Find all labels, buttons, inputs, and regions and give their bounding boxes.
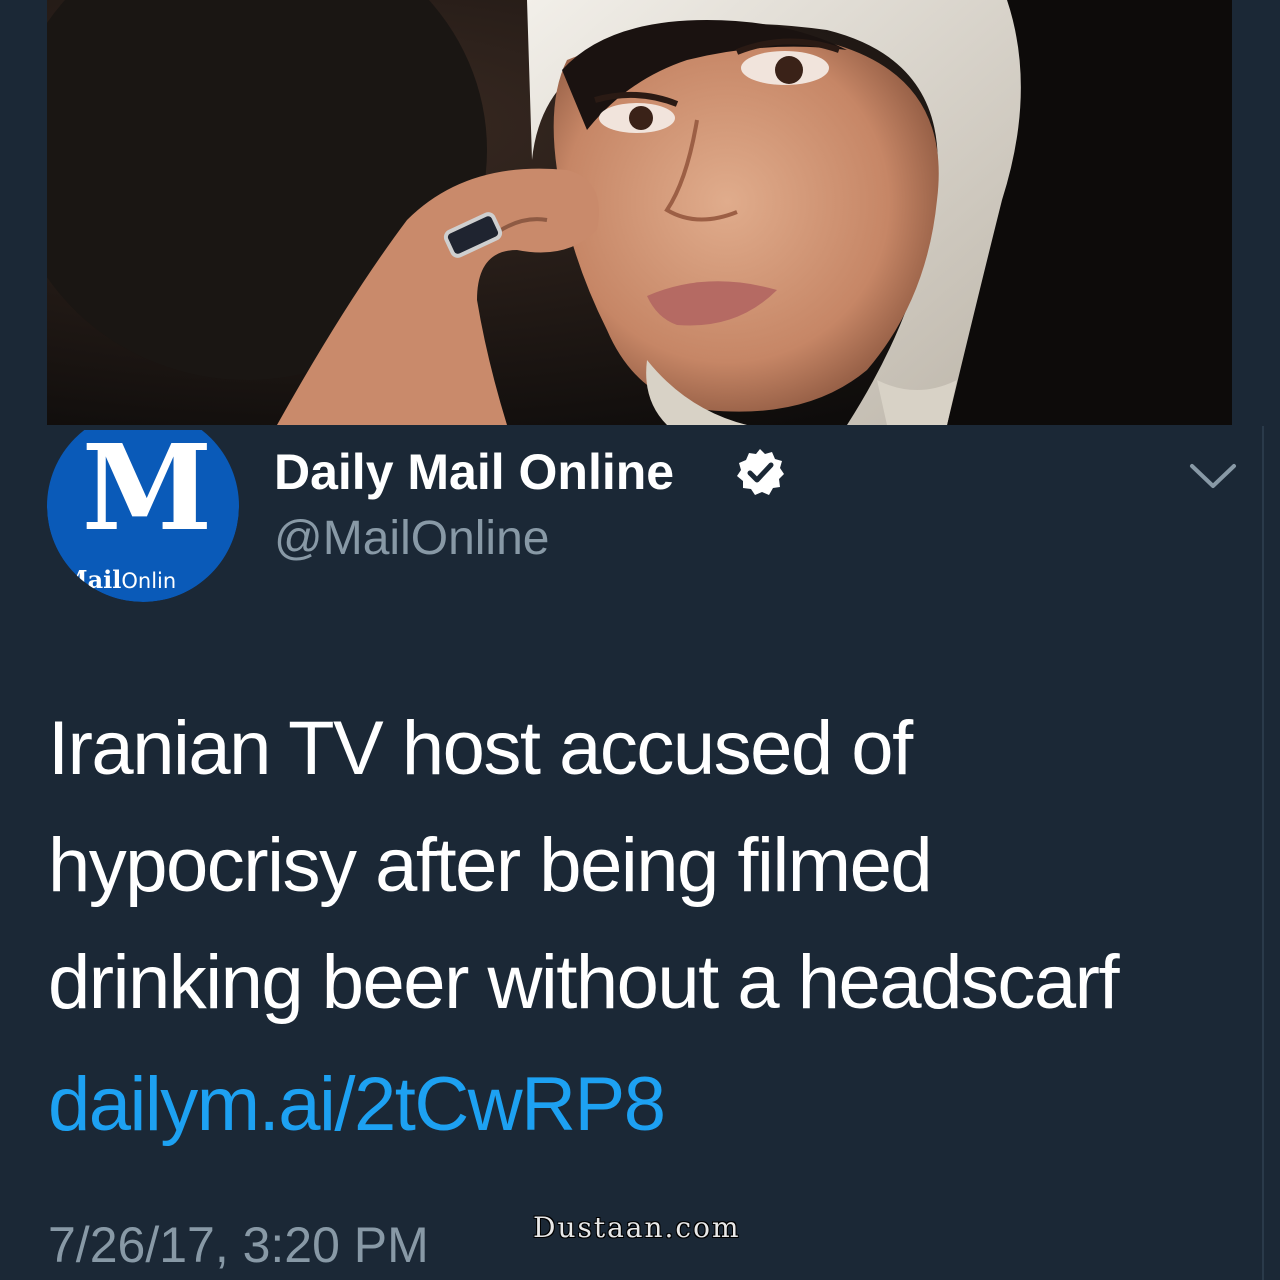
tweet-link[interactable]: dailym.ai/2tCwRP8	[48, 1055, 666, 1155]
tweet-text-line: hypocrisy after being filmed	[48, 823, 933, 908]
tweet-text-line: drinking beer without a headscarf	[48, 940, 1120, 1025]
tweet-text-line: Iranian TV host accused of	[48, 706, 913, 791]
tweet-timestamp[interactable]: 7/26/17, 3:20 PM	[48, 1210, 429, 1280]
tweet-screen: M MailOnlin Daily Mail Online @MailOnlin…	[0, 0, 1280, 1280]
tweet-text: Iranian TV host accused of hypocrisy aft…	[48, 690, 1248, 1041]
watermark-text: Dustaan.com	[533, 1211, 741, 1244]
avatar-word-bold: Mail	[61, 565, 122, 594]
author-avatar[interactable]: M MailOnlin	[47, 430, 239, 602]
author-display-name[interactable]: Daily Mail Online	[274, 442, 674, 502]
scroll-divider	[1262, 426, 1264, 1280]
avatar-letters: M	[81, 430, 213, 557]
author-handle[interactable]: @MailOnline	[274, 510, 549, 568]
avatar-wordmark: MailOnlin	[61, 565, 176, 594]
avatar-word-light: Onlin	[121, 569, 177, 593]
chevron-down-icon[interactable]	[1186, 456, 1240, 496]
photo-image	[47, 0, 1232, 425]
tweet-media-photo[interactable]	[47, 0, 1232, 425]
verified-badge-icon	[737, 449, 784, 495]
